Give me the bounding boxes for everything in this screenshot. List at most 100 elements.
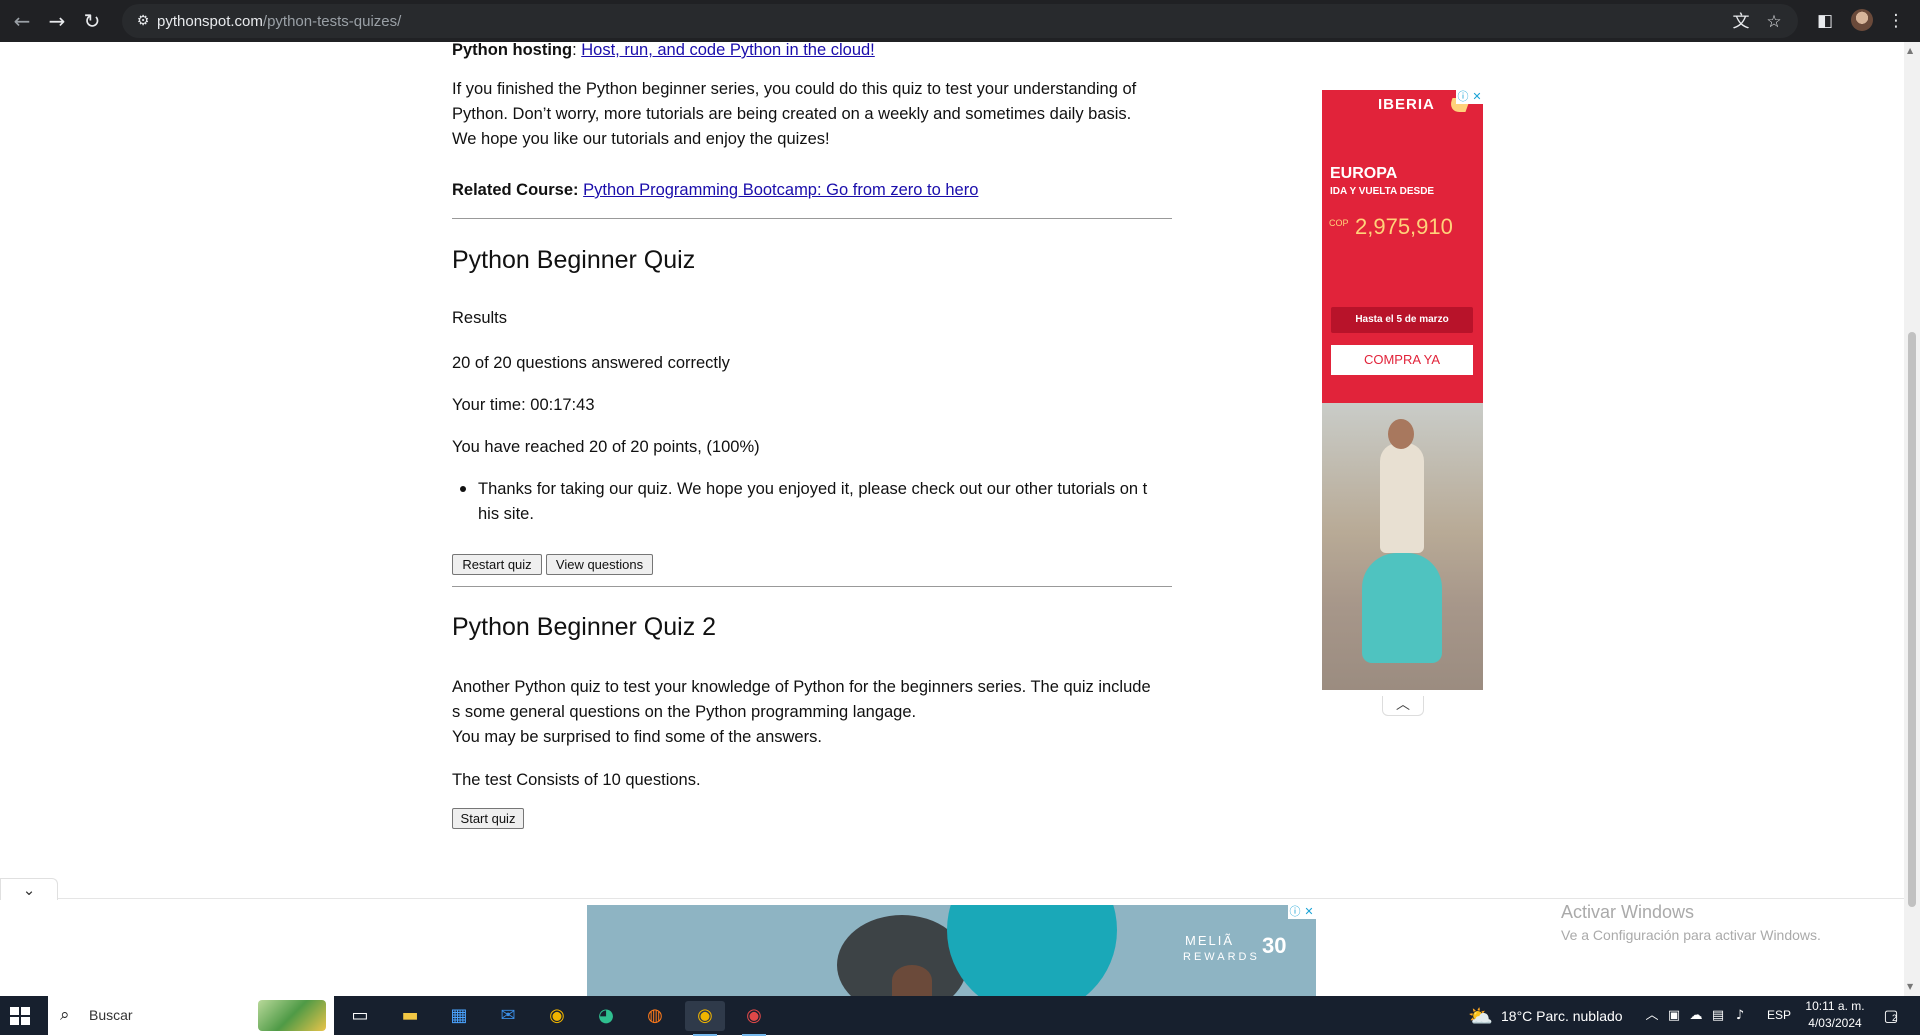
quiz2-desc-line-1: Another Python quiz to test your knowled… (452, 678, 1151, 696)
mail-icon[interactable]: ✉ (488, 1001, 528, 1031)
browser-toolbar: ← → ↻ ⚙ pythonspot.com/python-tests-quiz… (0, 0, 1920, 42)
quiz1-title: Python Beginner Quiz (452, 246, 696, 274)
clock-date[interactable]: 4/03/2024 (1803, 1016, 1867, 1030)
chevron-up-icon: ︿ (1396, 697, 1410, 713)
tray-app-icon[interactable]: ▣ (1665, 1006, 1683, 1026)
microsoft-store-icon[interactable]: ▦ (439, 1001, 479, 1031)
intro-line-3: We hope you like our tutorials and enjoy… (452, 130, 830, 148)
hosting-sep: : (572, 42, 582, 59)
related-course-link[interactable]: Python Programming Bootcamp: Go from zer… (583, 181, 978, 199)
file-explorer-icon[interactable]: ▬ (390, 1001, 430, 1031)
notification-center-icon[interactable]: ▢ 2 (1880, 1005, 1902, 1027)
answered-count: 20 of 20 questions answered correctly (452, 354, 730, 372)
ad-choices[interactable]: ⓘ ✕ (1456, 90, 1484, 104)
thanks-line-1: Thanks for taking our quiz. We hope you … (478, 480, 1148, 498)
url-domain: pythonspot.com (157, 13, 263, 30)
thanks-message: Thanks for taking our quiz. We hope you … (478, 477, 1172, 527)
hosting-link[interactable]: Host, run, and code Python in the cloud! (581, 42, 875, 59)
reload-button[interactable]: ↻ (78, 7, 106, 35)
quiz-time: Your time: 00:17:43 (452, 396, 595, 414)
url-text[interactable]: pythonspot.com/python-tests-quizes/ (157, 13, 401, 30)
start-quiz-button[interactable]: Start quiz (452, 808, 524, 829)
forward-button[interactable]: → (43, 7, 71, 35)
menu-kebab-icon[interactable]: ⋮ (1882, 7, 1910, 35)
translate-icon[interactable]: 文 (1730, 11, 1752, 33)
back-button[interactable]: ← (8, 7, 36, 35)
quiz2-count: The test Consists of 10 questions. (452, 771, 701, 789)
quiz2-desc-line-3: You may be surprised to find some of the… (452, 728, 822, 746)
ad-pool-shape (947, 905, 1117, 996)
rider-head (1388, 419, 1414, 449)
ad-bottom-badge: 30 (1262, 933, 1287, 958)
notification-count: 2 (1892, 1013, 1898, 1023)
weather-text[interactable]: 18°C Parc. nublado (1501, 1008, 1623, 1024)
ad-brand: IBERIA (1378, 96, 1435, 113)
related-course-line: Related Course: Python Programming Bootc… (452, 178, 1172, 203)
edge-icon[interactable]: ◕ (586, 1001, 626, 1031)
ad-close-icon[interactable]: ✕ (1470, 90, 1484, 104)
ad-info-icon[interactable]: ⓘ (1456, 90, 1470, 104)
windows-start-icon[interactable] (8, 1004, 32, 1028)
page-viewport: Python hosting: Host, run, and code Pyth… (0, 42, 1904, 996)
ad-currency: COP (1329, 218, 1349, 228)
sidebar-ad[interactable]: IBERIA EUROPA IDA Y VUELTA DESDE COP 2,9… (1322, 90, 1483, 690)
bottom-bar-toggle[interactable]: ⌄ (0, 878, 58, 900)
thanks-line-2: his site. (478, 505, 534, 523)
quiz2-description: Another Python quiz to test your knowled… (452, 675, 1172, 750)
activation-watermark-title: Activar Windows (1561, 902, 1695, 922)
scroll-up-arrow-icon[interactable]: ▲ (1907, 46, 1913, 55)
ad-deadline-badge: Hasta el 5 de marzo (1331, 307, 1473, 333)
taskbar: ⌕ Buscar ▭ ▬ ▦ ✉ ◉ ◕ ◍ ◉ ◉ ⛅ 18°C Parc. … (0, 996, 1920, 1036)
quiz-points: You have reached 20 of 20 points, (100%) (452, 438, 760, 456)
input-language[interactable]: ESP (1767, 1008, 1791, 1022)
search-highlight-image[interactable] (258, 1000, 326, 1031)
ad-headline: EUROPA (1330, 165, 1398, 182)
volume-icon[interactable]: ♪ (1731, 1006, 1749, 1026)
profile-avatar[interactable] (1851, 9, 1873, 31)
onedrive-cloud-icon[interactable]: ☁ (1687, 1006, 1705, 1026)
taskbar-search-box[interactable]: ⌕ Buscar (48, 996, 334, 1035)
bullet-dot (460, 486, 466, 492)
divider (452, 586, 1172, 587)
intro-line-1: If you finished the Python beginner seri… (452, 80, 1137, 98)
chrome-profile-1-icon[interactable]: ◉ (685, 1001, 725, 1036)
firefox-icon[interactable]: ◍ (635, 1001, 675, 1031)
chrome-icon[interactable]: ◉ (537, 1001, 577, 1031)
site-info-icon[interactable]: ⚙ (134, 12, 152, 30)
ad-choices[interactable]: ⓘ ✕ (1288, 905, 1316, 919)
ad-subline: IDA Y VUELTA DESDE (1330, 186, 1435, 197)
ad-info-icon[interactable]: ⓘ (1288, 905, 1302, 919)
ad-cta-button[interactable]: COMPRA YA (1331, 345, 1473, 375)
ad-collapse-button[interactable]: ︿ (1382, 696, 1424, 716)
ad-close-icon[interactable]: ✕ (1302, 905, 1316, 919)
rider-shape (1380, 443, 1424, 553)
divider (452, 218, 1172, 219)
quiz2-title: Python Beginner Quiz 2 (452, 613, 717, 641)
bookmark-star-icon[interactable]: ☆ (1763, 11, 1785, 33)
hosting-line: Python hosting: Host, run, and code Pyth… (452, 42, 1172, 63)
ad-person-shape (892, 965, 932, 996)
search-icon: ⌕ (60, 1005, 70, 1025)
side-panel-icon[interactable]: ◧ (1811, 7, 1839, 35)
task-view-icon[interactable]: ▭ (340, 1001, 380, 1031)
ad-price: 2,975,910 (1355, 214, 1453, 239)
quiz2-desc-line-2: s some general questions on the Python p… (452, 703, 917, 721)
results-label: Results (452, 309, 508, 327)
view-questions-button[interactable]: View questions (546, 554, 653, 575)
chrome-profile-2-icon[interactable]: ◉ (734, 1001, 774, 1036)
clock-time[interactable]: 10:11 a. m. (1803, 999, 1867, 1013)
restart-quiz-button[interactable]: Restart quiz (452, 554, 542, 575)
page-scrollbar[interactable]: ▲ ▼ (1904, 42, 1920, 996)
taskbar-search-placeholder: Buscar (89, 1007, 133, 1023)
weather-partly-cloudy-icon[interactable]: ⛅ (1468, 1004, 1494, 1028)
network-icon[interactable]: ▤ (1709, 1006, 1727, 1026)
scrollbar-thumb[interactable] (1908, 332, 1916, 907)
ad-bottom-brand: MELIÃ (1185, 933, 1235, 948)
intro-line-2: Python. Don’t worry, more tutorials are … (452, 105, 1132, 123)
ad-photo-scooter (1322, 403, 1483, 690)
show-hidden-icons-chevron-icon[interactable]: ︿ (1643, 1006, 1661, 1026)
related-label: Related Course: (452, 181, 579, 199)
bottom-ad[interactable]: MELIÃ REWARDS 30 ⓘ ✕ (587, 905, 1316, 996)
address-bar[interactable]: ⚙ pythonspot.com/python-tests-quizes/ 文 … (122, 4, 1798, 38)
scroll-down-arrow-icon[interactable]: ▼ (1907, 982, 1913, 991)
